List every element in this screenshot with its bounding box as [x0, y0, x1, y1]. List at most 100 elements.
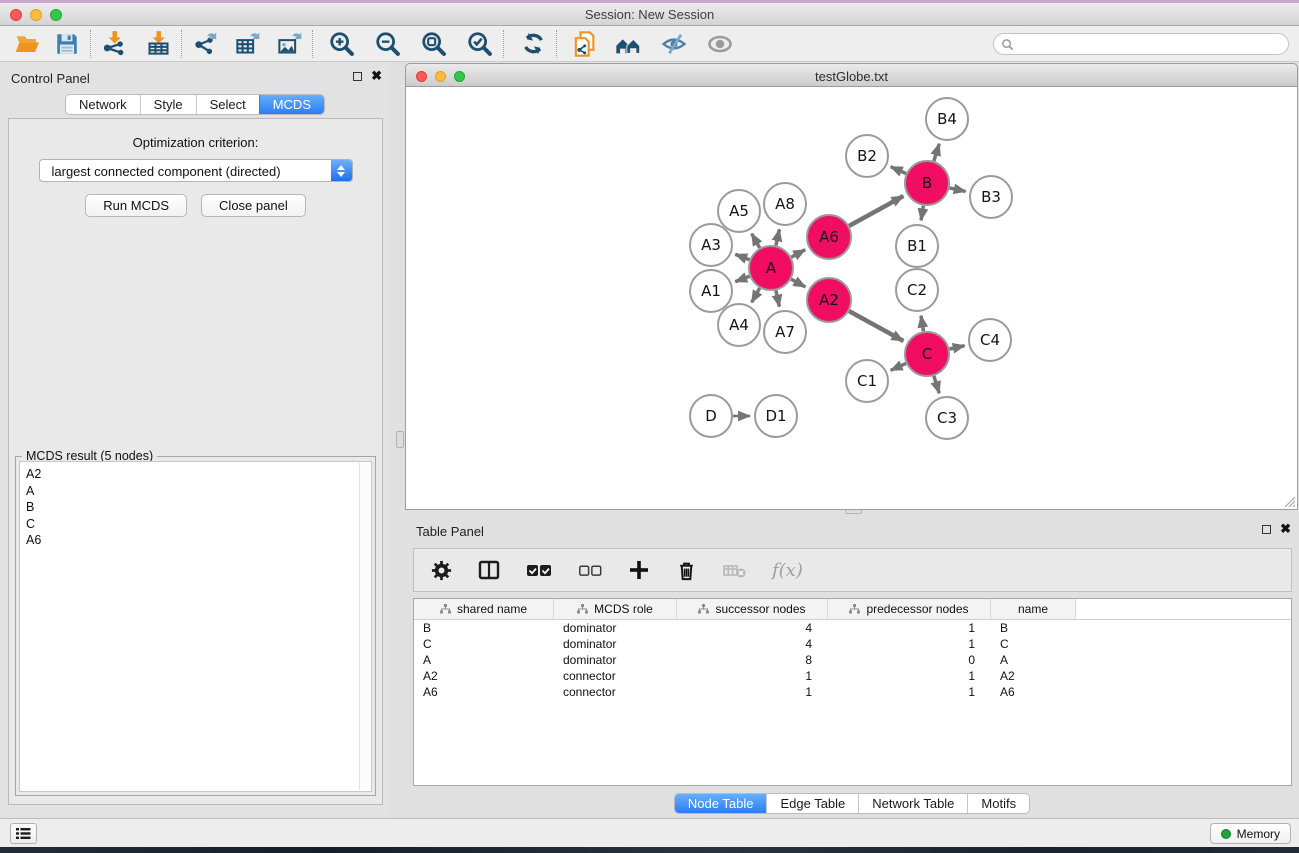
export-network-icon[interactable]	[188, 29, 222, 59]
float-table-panel-icon[interactable]	[1262, 525, 1271, 534]
edge-A-A4[interactable]	[752, 288, 760, 302]
table-cell[interactable]: 1	[828, 669, 991, 683]
tab-network-table[interactable]: Network Table	[858, 794, 967, 813]
node-D1[interactable]: D1	[755, 395, 797, 437]
node-A3[interactable]: A3	[690, 224, 732, 266]
node-A8[interactable]: A8	[764, 183, 806, 225]
table-row[interactable]: Cdominator41C	[414, 636, 1291, 652]
node-A2[interactable]: A2	[807, 278, 851, 322]
tab-select[interactable]: Select	[196, 95, 259, 114]
deselect-all-icon[interactable]	[577, 557, 603, 583]
edge-A-A8[interactable]	[776, 229, 780, 245]
save-session-icon[interactable]	[50, 29, 84, 59]
edge-B-B2[interactable]	[891, 167, 906, 174]
node-B1[interactable]: B1	[896, 225, 938, 267]
edge-A-A1[interactable]	[735, 276, 749, 281]
table-cell[interactable]: B	[991, 621, 1076, 635]
close-panel-icon[interactable]: ✖	[371, 70, 382, 82]
resize-grip-icon[interactable]	[1282, 494, 1295, 507]
result-list-item[interactable]: A2	[26, 466, 371, 483]
add-column-icon[interactable]	[627, 558, 651, 582]
table-cell[interactable]: connector	[554, 685, 677, 699]
node-C1[interactable]: C1	[846, 360, 888, 402]
table-cell[interactable]: A	[414, 653, 554, 667]
float-panel-icon[interactable]	[353, 72, 362, 81]
network-window-titlebar[interactable]: testGlobe.txt	[405, 63, 1298, 87]
vertical-splitter-grip[interactable]	[396, 431, 404, 448]
node-C2[interactable]: C2	[896, 269, 938, 311]
show-column-panel-icon[interactable]	[477, 558, 501, 582]
edge-A-A3[interactable]	[735, 254, 749, 259]
node-A7[interactable]: A7	[764, 311, 806, 353]
export-table-icon[interactable]	[230, 29, 264, 59]
zoom-fit-icon[interactable]	[417, 29, 451, 59]
node-D[interactable]: D	[690, 395, 732, 437]
node-A1[interactable]: A1	[690, 270, 732, 312]
table-cell[interactable]: connector	[554, 669, 677, 683]
table-cell[interactable]: 1	[828, 621, 991, 635]
run-mcds-button[interactable]: Run MCDS	[85, 194, 187, 217]
node-B3[interactable]: B3	[970, 176, 1012, 218]
node-B4[interactable]: B4	[926, 98, 968, 140]
table-cell[interactable]: A2	[991, 669, 1076, 683]
table-cell[interactable]: 1	[677, 685, 828, 699]
table-row[interactable]: A6connector11A6	[414, 684, 1291, 700]
export-image-icon[interactable]	[272, 29, 306, 59]
table-cell[interactable]: 1	[828, 685, 991, 699]
node-table[interactable]: shared nameMCDS rolesuccessor nodesprede…	[413, 598, 1292, 786]
column-header-predecessor-nodes[interactable]: predecessor nodes	[828, 599, 991, 619]
table-cell[interactable]: A2	[414, 669, 554, 683]
tab-network[interactable]: Network	[66, 95, 140, 114]
memory-button[interactable]: Memory	[1210, 823, 1291, 844]
table-cell[interactable]: dominator	[554, 637, 677, 651]
tab-motifs[interactable]: Motifs	[967, 794, 1029, 813]
settings-gear-icon[interactable]	[430, 559, 453, 582]
table-cell[interactable]: A	[991, 653, 1076, 667]
table-row[interactable]: A2connector11A2	[414, 668, 1291, 684]
tab-mcds[interactable]: MCDS	[259, 95, 324, 114]
column-header-shared-name[interactable]: shared name	[414, 599, 554, 619]
table-cell[interactable]: B	[414, 621, 554, 635]
edge-C-C3[interactable]	[934, 376, 939, 393]
result-list-item[interactable]: A	[26, 483, 371, 500]
node-B2[interactable]: B2	[846, 135, 888, 177]
network-canvas[interactable]: B4B2BB3A5A8A6A3AB1A1C2A2A4A7CC4C1C3DD1	[405, 87, 1298, 510]
result-list-item[interactable]: B	[26, 499, 371, 516]
table-cell[interactable]: A6	[991, 685, 1076, 699]
copy-style-icon[interactable]	[567, 29, 601, 59]
column-header-name[interactable]: name	[991, 599, 1076, 619]
result-list-item[interactable]: A6	[26, 532, 371, 549]
node-A4[interactable]: A4	[718, 304, 760, 346]
refresh-icon[interactable]	[516, 29, 550, 59]
node-A5[interactable]: A5	[718, 190, 760, 232]
edge-A-A5[interactable]	[752, 234, 760, 248]
edge-A-A6[interactable]	[791, 250, 805, 257]
import-network-icon[interactable]	[97, 29, 131, 59]
show-all-icon[interactable]	[703, 29, 737, 59]
hide-selected-icon[interactable]	[657, 29, 691, 59]
table-cell[interactable]: 1	[828, 637, 991, 651]
table-cell[interactable]: C	[991, 637, 1076, 651]
table-cell[interactable]: A6	[414, 685, 554, 699]
tab-edge-table[interactable]: Edge Table	[766, 794, 858, 813]
table-cell[interactable]: 0	[828, 653, 991, 667]
table-row[interactable]: Bdominator41B	[414, 620, 1291, 636]
edge-A6-B[interactable]	[849, 196, 903, 226]
table-cell[interactable]: dominator	[554, 653, 677, 667]
result-list-item[interactable]: C	[26, 516, 371, 533]
column-header-MCDS-role[interactable]: MCDS role	[554, 599, 677, 619]
edge-B-B1[interactable]	[921, 206, 923, 221]
edge-C-C2[interactable]	[921, 316, 923, 332]
zoom-selected-icon[interactable]	[463, 29, 497, 59]
edge-C-C1[interactable]	[891, 363, 906, 370]
table-cell[interactable]: C	[414, 637, 554, 651]
delete-icon[interactable]	[675, 559, 698, 582]
open-session-icon[interactable]	[10, 29, 44, 59]
tab-style[interactable]: Style	[140, 95, 196, 114]
first-neighbors-icon[interactable]	[611, 29, 645, 59]
tab-node-table[interactable]: Node Table	[675, 794, 767, 813]
node-C3[interactable]: C3	[926, 397, 968, 439]
close-table-panel-icon[interactable]: ✖	[1280, 523, 1291, 535]
mcds-result-list[interactable]: A2ABCA6	[19, 461, 372, 792]
edge-C-C4[interactable]	[949, 346, 964, 349]
